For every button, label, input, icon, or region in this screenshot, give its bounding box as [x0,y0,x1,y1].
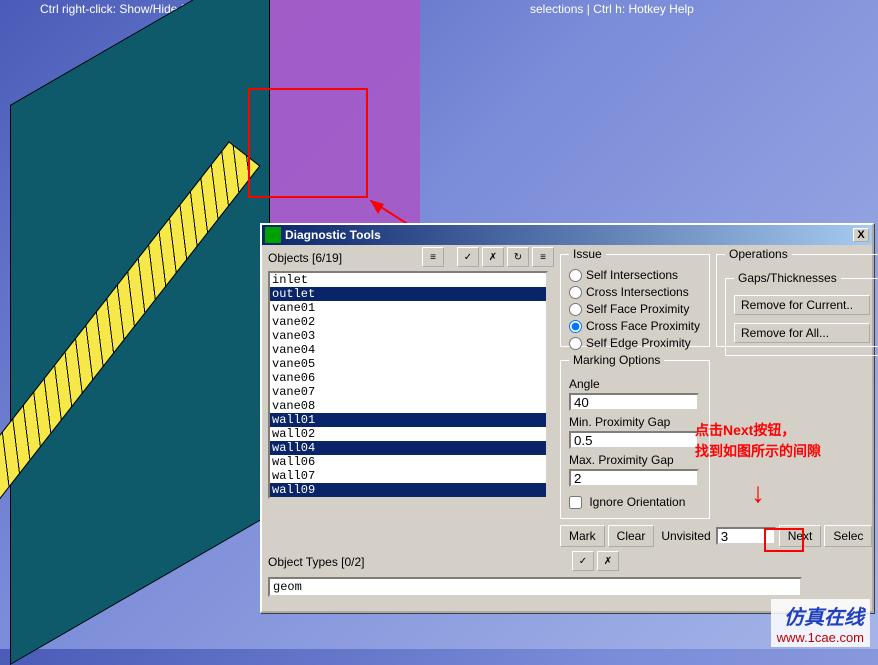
filter-update-button[interactable]: ↻ [507,247,529,267]
dialog-titlebar[interactable]: Diagnostic Tools X [262,225,872,245]
min-gap-label: Min. Proximity Gap [569,415,701,429]
issue-legend: Issue [569,247,606,261]
select-button[interactable]: Selec [824,525,872,547]
objects-listbox[interactable]: inletoutletvane01vane02vane03vane04vane0… [268,271,548,499]
ignore-orientation-checkbox[interactable] [569,496,582,509]
issue-radio[interactable] [569,320,582,333]
operations-legend: Operations [725,247,792,261]
down-arrow-icon: ↓ [695,472,821,514]
remove-all-button[interactable]: Remove for All... [734,323,870,343]
list-item[interactable]: wall06 [270,455,546,469]
list-item[interactable]: inlet [270,273,546,287]
hint-text-right: selections | Ctrl h: Hotkey Help [530,2,694,16]
list-item[interactable]: vane08 [270,399,546,413]
issue-option-label: Self Edge Proximity [586,336,691,350]
filter-check-button[interactable]: ✓ [457,247,479,267]
max-gap-label: Max. Proximity Gap [569,453,701,467]
list-item[interactable]: vane01 [270,301,546,315]
diagnostic-tools-dialog: Diagnostic Tools X Objects [6/19] ≡ ✓ ✗ … [260,223,874,613]
types-check-button[interactable]: ✓ [572,551,594,571]
list-mode-button[interactable]: ≡ [422,247,444,267]
footer-cn-text: 仿真在线 [777,601,864,630]
list-item[interactable]: vane03 [270,329,546,343]
close-button[interactable]: X [853,228,869,242]
action-button-row: Mark Clear Unvisited Next Selec [560,525,872,547]
next-button-highlight [764,528,804,552]
list-item[interactable]: vane02 [270,315,546,329]
max-gap-input[interactable] [569,469,699,487]
list-item[interactable]: wall07 [270,469,546,483]
watermark-footer: 仿真在线 www.1cae.com [771,599,870,647]
object-types-label: Object Types [0/2] [268,555,365,569]
remove-current-button[interactable]: Remove for Current.. [734,295,870,315]
list-item[interactable]: wall01 [270,413,546,427]
issue-fieldset: Issue Self Intersections Cross Intersecti… [560,247,710,347]
issue-option[interactable]: Self Edge Proximity [569,335,701,352]
dialog-title: Diagnostic Tools [285,228,381,242]
mark-button[interactable]: Mark [560,525,605,547]
objects-count-label: Objects [6/19] [268,251,342,265]
list-item[interactable]: wall09 [270,483,546,497]
list-item[interactable]: vane07 [270,385,546,399]
issue-radio[interactable] [569,337,582,350]
ignore-orientation-label: Ignore Orientation [589,495,685,509]
annotation-text: 点击Next按钮， 找到如图所示的间隙 ↓ [695,420,821,514]
list-item[interactable]: vane06 [270,371,546,385]
angle-input[interactable] [569,393,699,411]
list-item[interactable]: wall02 [270,427,546,441]
issue-radio[interactable] [569,269,582,282]
unvisited-label: Unvisited [661,529,710,543]
issue-option-label: Self Intersections [586,268,678,282]
issue-option-label: Self Face Proximity [586,302,689,316]
issue-radio[interactable] [569,303,582,316]
geom-block-teal [10,0,270,665]
issue-option[interactable]: Self Intersections [569,267,701,284]
issue-option[interactable]: Cross Face Proximity [569,318,701,335]
clear-button[interactable]: Clear [608,525,655,547]
app-icon [265,227,281,243]
filter-cross-button[interactable]: ✗ [482,247,504,267]
list-item[interactable]: wall10 [270,497,546,499]
types-cross-button[interactable]: ✗ [597,551,619,571]
issue-radio[interactable] [569,286,582,299]
list-item[interactable]: wall04 [270,441,546,455]
gaps-legend: Gaps/Thicknesses [734,271,841,285]
list-item[interactable]: vane04 [270,343,546,357]
list-item[interactable]: outlet [270,287,546,301]
highlight-rectangle [248,88,368,198]
min-gap-input[interactable] [569,431,699,449]
marking-options-fieldset: Marking Options Angle Min. Proximity Gap… [560,353,710,519]
annotation-line2: 找到如图所示的间隙 [695,441,821,462]
list-item[interactable]: vane05 [270,357,546,371]
object-types-field[interactable]: geom [268,577,802,597]
issue-option[interactable]: Cross Intersections [569,284,701,301]
gaps-sub-fieldset: Gaps/Thicknesses Remove for Current.. Re… [725,271,878,356]
issue-option-label: Cross Intersections [586,285,689,299]
footer-url-text: www.1cae.com [777,630,864,645]
annotation-line1: 点击Next按钮， [695,420,821,441]
filter-list-button[interactable]: ≡ [532,247,554,267]
issue-option-label: Cross Face Proximity [586,319,700,333]
operations-fieldset: Operations Gaps/Thicknesses Remove for C… [716,247,878,347]
issue-option[interactable]: Self Face Proximity [569,301,701,318]
angle-label: Angle [569,377,701,391]
marking-legend: Marking Options [569,353,664,367]
